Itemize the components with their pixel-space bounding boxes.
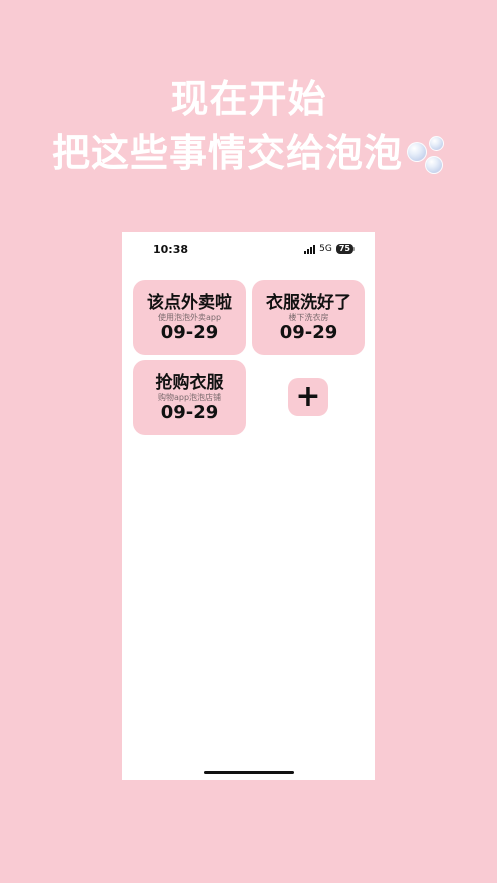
task-card-takeout[interactable]: 该点外卖啦 使用泡泡外卖app 09-29 (133, 280, 246, 355)
home-indicator[interactable] (204, 771, 294, 774)
bubbles-icon (405, 135, 445, 176)
promo-headline-line2-wrap: 把这些事情交给泡泡 (0, 122, 497, 177)
task-card-laundry[interactable]: 衣服洗好了 楼下洗衣房 09-29 (252, 280, 365, 355)
task-title: 衣服洗好了 (266, 293, 351, 313)
add-task-button[interactable]: + (288, 378, 328, 416)
task-date: 09-29 (160, 322, 219, 343)
signal-icon (304, 244, 316, 254)
battery-icon: 75 (335, 244, 355, 254)
network-label: 5G (319, 244, 332, 254)
task-date: 09-29 (279, 322, 338, 343)
phone-screen: 10:38 5G 75 该点外卖啦 使用泡泡外卖app 09-29 衣服洗好了 … (122, 232, 375, 780)
task-title: 抢购衣服 (155, 373, 224, 393)
task-title: 该点外卖啦 (147, 293, 232, 313)
task-card-shopping[interactable]: 抢购衣服 购物app泡泡店铺 09-29 (133, 360, 246, 435)
promo-headline-line1: 现在开始 (170, 77, 327, 121)
status-indicators: 5G 75 (304, 244, 355, 254)
task-date: 09-29 (160, 402, 219, 423)
status-time: 10:38 (153, 243, 189, 256)
promo-headline-line2: 把这些事情交给泡泡 (51, 131, 403, 175)
battery-level: 75 (335, 244, 353, 254)
